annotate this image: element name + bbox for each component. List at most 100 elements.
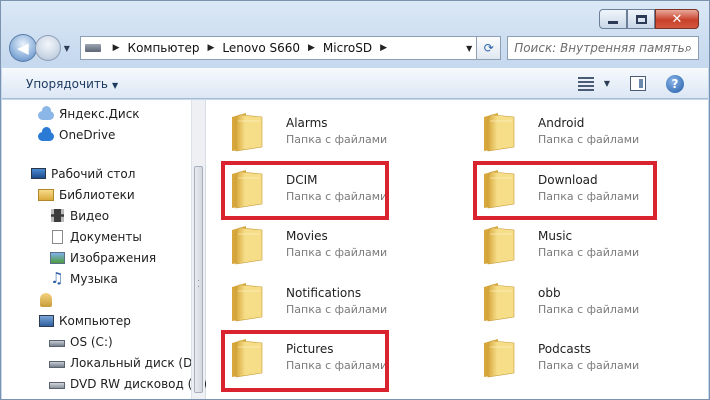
search-icon: ⌕ (684, 40, 692, 56)
nav-item-computer[interactable]: Компьютер (2, 310, 191, 331)
nav-item-label: Документы (70, 229, 142, 244)
nav-item-label: OneDrive (59, 127, 116, 142)
folder-item[interactable]: Notifications Папка с файлами (226, 274, 446, 328)
nav-item-pictures[interactable]: Изображения (2, 247, 191, 268)
nav-item-drive-d[interactable]: Локальный диск (D:) (2, 352, 201, 373)
folder-item[interactable]: Movies Папка с файлами (226, 217, 446, 271)
folder-name: Android (538, 116, 585, 130)
breadcrumb-separator[interactable]: ▶ (207, 43, 214, 53)
nav-item-documents[interactable]: Документы (2, 226, 191, 247)
folder-item[interactable]: Alarms Папка с файлами (226, 104, 446, 158)
folder-icon (484, 113, 515, 152)
nav-item-drive-f[interactable]: DVD RW дисковод (F:) (2, 373, 207, 394)
hdd-icon (49, 355, 65, 371)
dvd-icon (49, 376, 65, 392)
folder-name: Pictures (286, 342, 334, 356)
breadcrumb-computer[interactable]: Компьютер (128, 41, 200, 55)
minimize-button[interactable] (599, 9, 627, 29)
breadcrumb-microsd[interactable]: MicroSD (323, 41, 372, 55)
nav-item-label: Локальный диск (D:) (70, 355, 202, 370)
folder-type: Папка с файлами (286, 133, 388, 146)
folder-icon (232, 339, 263, 378)
address-bar[interactable]: ▶ Компьютер ▶ Lenovo S660 ▶ MicroSD ▶ ▼ (79, 36, 478, 60)
nav-item-libraries[interactable]: Библиотеки (2, 184, 191, 205)
folder-type: Папка с файлами (538, 302, 640, 316)
nav-item-label: Музыка (70, 271, 118, 286)
folder-type: Папка с файлами (286, 246, 388, 259)
folder-item[interactable]: obb Папка с файлами (478, 274, 698, 328)
search-input[interactable]: Поиск: Внутренняя память ⌕ (507, 36, 699, 60)
nav-item-label: Рабочий стол (51, 166, 136, 181)
breadcrumb-separator[interactable]: ▶ (308, 43, 315, 53)
nav-item-label: Видео (70, 208, 110, 223)
nav-item-label: Изображения (70, 250, 157, 265)
explorer-window: ✕ ◀ ▼ ▶ Компьютер ▶ Lenovo S660 ▶ MicroS… (0, 0, 710, 400)
breadcrumb-separator[interactable]: ▶ (113, 43, 120, 53)
folder-type: Папка с файлами (286, 302, 388, 316)
help-icon[interactable]: ? (666, 74, 684, 93)
back-arrow-icon: ◀ (17, 39, 29, 57)
folder-icon (232, 226, 263, 265)
file-list: Alarms Папка с файлами Android Папка с файл… (206, 100, 708, 399)
hdd-icon (49, 334, 65, 350)
folder-item[interactable]: Podcasts Папка с файлами (478, 330, 698, 384)
nav-item-drive-c[interactable]: OS (C:) (2, 331, 191, 352)
nav-item-user[interactable] (2, 289, 191, 310)
navigation-scrollbar[interactable] (191, 100, 205, 399)
chevron-down-icon: ▼ (111, 80, 119, 90)
search-placeholder: Поиск: Внутренняя память (514, 41, 685, 55)
nav-item-desktop[interactable]: Рабочий стол (2, 163, 191, 184)
libraries-icon (38, 187, 54, 203)
folder-name: Download (538, 172, 598, 187)
folder-name: DCIM (286, 172, 318, 187)
folder-item[interactable]: DCIM Папка с файлами (226, 161, 446, 215)
nav-item-yandex-disk[interactable]: Яндекс.Диск (2, 103, 191, 124)
navigation-tree: Яндекс.Диск OneDrive Рабочий стол Библио… (2, 100, 207, 399)
preview-pane-icon[interactable] (630, 76, 646, 91)
folder-type: Папка с файлами (286, 359, 388, 372)
address-history-dropdown[interactable]: ▼ (466, 44, 472, 53)
recent-pages-dropdown[interactable]: ▼ (64, 44, 76, 53)
drive-icon (84, 44, 101, 52)
nav-item-label: Компьютер (59, 313, 131, 328)
change-view-icon[interactable] (577, 76, 594, 91)
back-button[interactable]: ◀ (9, 34, 37, 62)
caption-buttons: ✕ (599, 9, 699, 29)
folder-item[interactable]: Music Папка с файлами (478, 217, 698, 271)
organize-button[interactable]: Упорядочить ▼ (26, 77, 118, 91)
nav-item-music[interactable]: ♫ Музыка (2, 268, 191, 289)
folder-name: obb (538, 285, 561, 300)
folder-type: Папка с файлами (538, 246, 640, 259)
folder-type: Папка с файлами (286, 189, 388, 203)
nav-item-label: OS (C:) (70, 334, 113, 349)
refresh-button[interactable]: ⟳ (477, 36, 502, 60)
maximize-button[interactable] (627, 9, 655, 29)
breadcrumb-device[interactable]: Lenovo S660 (222, 41, 300, 55)
breadcrumb-separator[interactable]: ▶ (380, 43, 387, 53)
computer-icon (38, 313, 54, 329)
onedrive-icon (38, 127, 54, 143)
documents-icon (49, 229, 65, 245)
folder-icon (484, 169, 515, 208)
maximize-icon (635, 14, 647, 24)
nav-item-onedrive[interactable]: OneDrive (2, 124, 191, 145)
close-button[interactable]: ✕ (655, 9, 699, 29)
folder-item[interactable]: Download Папка с файлами (478, 161, 698, 215)
folder-item[interactable]: Android Папка с файлами (478, 104, 698, 158)
folder-icon (484, 226, 515, 265)
folder-icon (484, 339, 515, 378)
nav-item-video[interactable]: Видео (2, 205, 191, 226)
folder-item[interactable]: Pictures Папка с файлами (226, 330, 446, 384)
folder-type: Папка с файлами (538, 189, 640, 203)
folder-name: Alarms (286, 116, 328, 130)
folder-type: Папка с файлами (538, 359, 640, 372)
view-options-dropdown[interactable]: ▼ (604, 79, 610, 88)
scrollbar-thumb[interactable] (194, 166, 203, 393)
folder-name: Music (538, 229, 573, 243)
nav-item-label: Яндекс.Диск (59, 106, 140, 121)
organize-label: Упорядочить (26, 76, 108, 91)
navigation-bar: ◀ ▼ ▶ Компьютер ▶ Lenovo S660 ▶ MicroSD … (9, 33, 699, 63)
forward-button[interactable] (34, 35, 61, 61)
desktop-icon (30, 166, 46, 182)
command-bar: Упорядочить ▼ ▼ ? (2, 68, 708, 99)
